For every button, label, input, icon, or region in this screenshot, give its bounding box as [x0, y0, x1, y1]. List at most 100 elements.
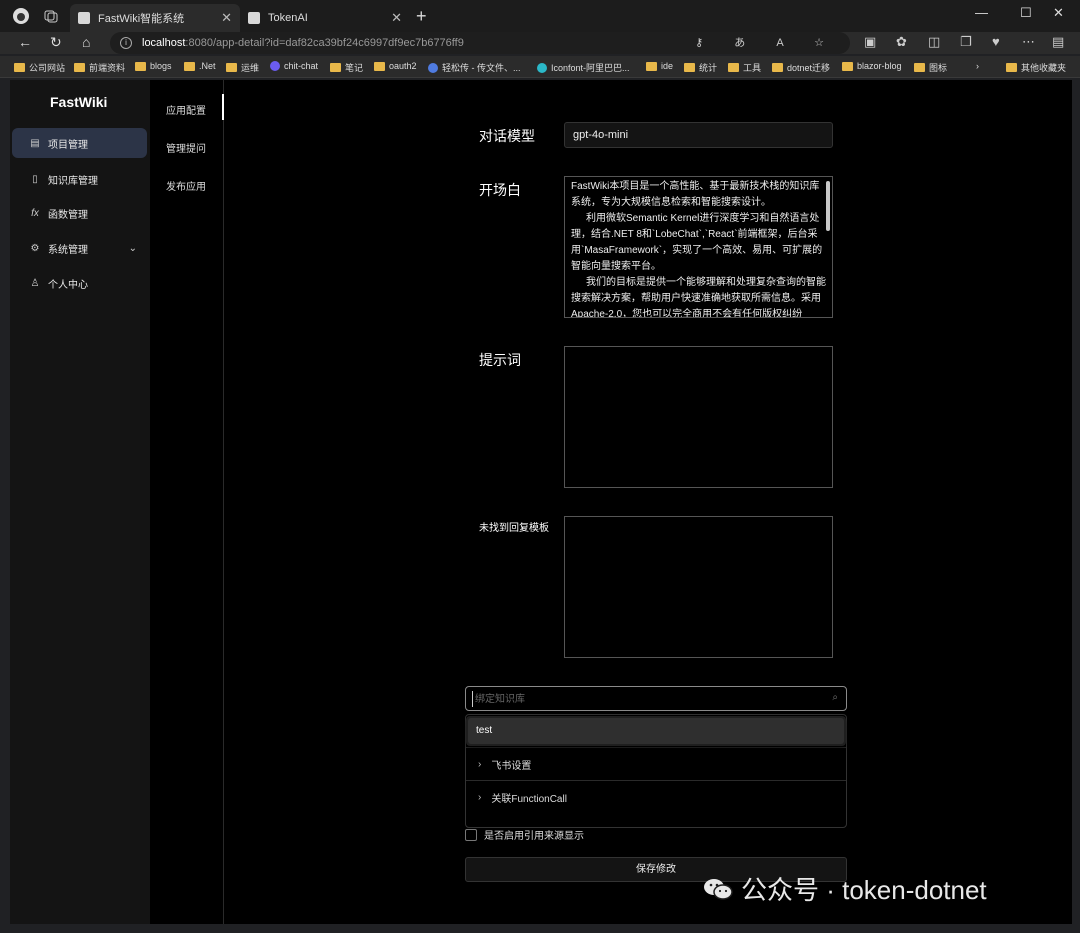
opening-line: FastWiki本项目是一个高性能、基于最新技术栈的知识库系统，专为大规模信息检…: [571, 181, 820, 208]
subnav-publish-app[interactable]: 发布应用: [166, 178, 206, 193]
bookmark-item[interactable]: chit-chat: [270, 61, 318, 71]
iconfont-icon: [537, 62, 547, 73]
opening-line: 我们的目标是提供一个能够理解和处理复杂查询的智能搜索解决方案，帮助用户快速准确地…: [571, 277, 826, 318]
sidebar-item-profile[interactable]: ♙ 个人中心: [12, 268, 147, 298]
subnav-app-config[interactable]: 应用配置: [166, 102, 206, 117]
sidebar-item-project[interactable]: ▤ 项目管理: [12, 128, 147, 158]
bookmark-label: 轻松传 - 传文件、...: [442, 63, 521, 73]
bookmark-label: 图标: [929, 63, 948, 73]
sidebar-item-system[interactable]: ⚙ 系统管理 ⌄: [12, 233, 147, 263]
show-source-label: 是否启用引用来源显示: [484, 831, 584, 842]
dropdown-option[interactable]: test: [468, 718, 844, 744]
reload-icon[interactable]: ↻: [50, 34, 62, 51]
collections-icon[interactable]: ❐: [960, 34, 972, 50]
address-path: :8080/app-detail?id=daf82ca39bf24c6997df…: [185, 37, 464, 49]
close-tab-icon[interactable]: ✕: [221, 10, 232, 26]
chevron-right-icon: ›: [478, 792, 482, 803]
bookmark-label: 前端资料: [89, 63, 126, 73]
app-viewport: FastWiki ▤ 项目管理 ▯ 知识库管理 fx 函数管理 ⚙ 系统管理 ⌄…: [10, 80, 1072, 924]
bookmark-item[interactable]: blogs: [135, 61, 172, 71]
folder-icon: [772, 63, 783, 72]
prompt-textarea[interactable]: [564, 346, 833, 488]
address-bar[interactable]: i localhost:8080/app-detail?id=daf82ca39…: [110, 32, 850, 54]
bookmark-label: .Net: [199, 61, 216, 71]
tab-tokenai[interactable]: TokenAI ✕: [240, 4, 410, 32]
textarea-scrollbar[interactable]: [826, 181, 830, 231]
profile-avatar-icon[interactable]: [12, 7, 30, 25]
bookmark-label: blazor-blog: [857, 61, 902, 71]
bookmark-item[interactable]: dotnet迁移: [772, 61, 830, 74]
bookmark-label: 统计: [699, 63, 718, 73]
workspaces-icon[interactable]: [42, 7, 60, 25]
bookmark-item[interactable]: oauth2: [374, 61, 417, 71]
maximize-icon[interactable]: ☐: [1020, 5, 1032, 21]
sidebar-item-label: 项目管理: [48, 139, 88, 151]
copilot-icon[interactable]: ♥: [992, 34, 1000, 49]
collapse-row-feishu[interactable]: › 飞书设置: [466, 748, 846, 781]
bookmark-item[interactable]: ide: [646, 61, 673, 71]
wechat-watermark: 公众号 · token-dotnet: [703, 870, 987, 907]
bookmark-item[interactable]: 运维: [226, 61, 259, 74]
home-icon[interactable]: ⌂: [82, 34, 90, 50]
sidebar-item-function[interactable]: fx 函数管理: [12, 198, 147, 228]
tab-strip: FastWiki智能系统 ✕ TokenAI ✕ + — ☐ ✕: [0, 0, 1080, 32]
user-icon: ♙: [30, 277, 40, 289]
knowledge-base-search[interactable]: ⌕: [465, 686, 847, 711]
sidebar-item-label: 系统管理: [48, 244, 88, 256]
chevron-right-icon: ›: [478, 758, 482, 770]
bookmark-item[interactable]: Iconfont-阿里巴巴...: [537, 61, 630, 74]
bookmarks-overflow-icon[interactable]: ›: [976, 61, 979, 71]
app-logo: FastWiki: [50, 94, 108, 110]
opening-textarea[interactable]: FastWiki本项目是一个高性能、基于最新技术栈的知识库系统，专为大规模信息检…: [564, 176, 833, 318]
collapse-row-functioncall[interactable]: › 关联FunctionCall: [466, 781, 846, 814]
bookmark-label: chit-chat: [284, 61, 319, 71]
tab-title: FastWiki智能系统: [98, 13, 185, 25]
bookmark-item[interactable]: 笔记: [330, 61, 363, 74]
bookmark-item[interactable]: 轻松传 - 传文件、...: [428, 61, 521, 74]
main-sidebar: FastWiki ▤ 项目管理 ▯ 知识库管理 fx 函数管理 ⚙ 系统管理 ⌄…: [10, 80, 150, 924]
bookmark-item[interactable]: 工具: [728, 61, 761, 74]
minimize-icon[interactable]: —: [975, 5, 988, 20]
close-tab-icon[interactable]: ✕: [391, 10, 402, 26]
new-tab-icon[interactable]: +: [416, 6, 427, 27]
bookmark-item[interactable]: 前端资料: [74, 61, 125, 74]
bookmark-label: 工具: [743, 63, 762, 73]
subnav-manage-questions[interactable]: 管理提问: [166, 140, 206, 155]
sidebar-item-knowledge[interactable]: ▯ 知识库管理: [12, 164, 147, 194]
sidebar-item-label: 知识库管理: [48, 175, 98, 187]
split-screen-icon[interactable]: ◫: [928, 34, 940, 50]
folder-icon: [226, 63, 237, 72]
more-icon[interactable]: ⋯: [1022, 34, 1035, 50]
model-input[interactable]: gpt-4o-mini: [564, 122, 833, 148]
back-icon[interactable]: ←: [18, 34, 32, 50]
window-close-icon[interactable]: ✕: [1053, 5, 1064, 21]
folder-icon: [914, 63, 925, 72]
bookmark-item[interactable]: 其他收藏夹: [1006, 61, 1066, 74]
bookmark-label: oauth2: [389, 61, 417, 71]
knowledge-base-search-input[interactable]: [472, 691, 812, 707]
fastwiki-favicon-icon: [78, 12, 90, 24]
bookmark-item[interactable]: 统计: [684, 61, 717, 74]
sidebar-toggle-icon[interactable]: ▤: [1052, 34, 1064, 50]
puzzle-icon[interactable]: ✿: [896, 34, 907, 50]
bookmark-item[interactable]: 图标: [914, 61, 947, 74]
no-reply-textarea[interactable]: [564, 516, 833, 658]
show-source-option[interactable]: 是否启用引用来源显示: [465, 827, 584, 842]
bookmark-item[interactable]: blazor-blog: [842, 61, 902, 71]
bookmark-label: 笔记: [345, 63, 364, 73]
bookmark-item[interactable]: .Net: [184, 61, 216, 71]
bookmark-item[interactable]: 公司网站: [14, 61, 65, 74]
opening-label: 开场白: [479, 182, 521, 198]
site-info-icon[interactable]: i: [120, 37, 132, 49]
collapse-row-label: 关联FunctionCall: [491, 794, 567, 805]
opening-line: 利用微软Semantic Kernel进行深度学习和自然语言处理，结合.NET …: [571, 213, 823, 272]
subnav-active-indicator: [222, 94, 224, 120]
show-source-checkbox[interactable]: [465, 828, 477, 841]
folder-icon: [374, 61, 385, 71]
tab-fastwiki[interactable]: FastWiki智能系统 ✕: [70, 4, 240, 32]
folder-icon: [135, 61, 146, 71]
extension-icon[interactable]: ▣: [864, 34, 876, 50]
wechat-icon: [704, 878, 733, 900]
address-actions[interactable]: ⚷ あ A ☆: [695, 32, 838, 54]
settings-subnav: 应用配置 管理提问 发布应用: [150, 80, 224, 924]
